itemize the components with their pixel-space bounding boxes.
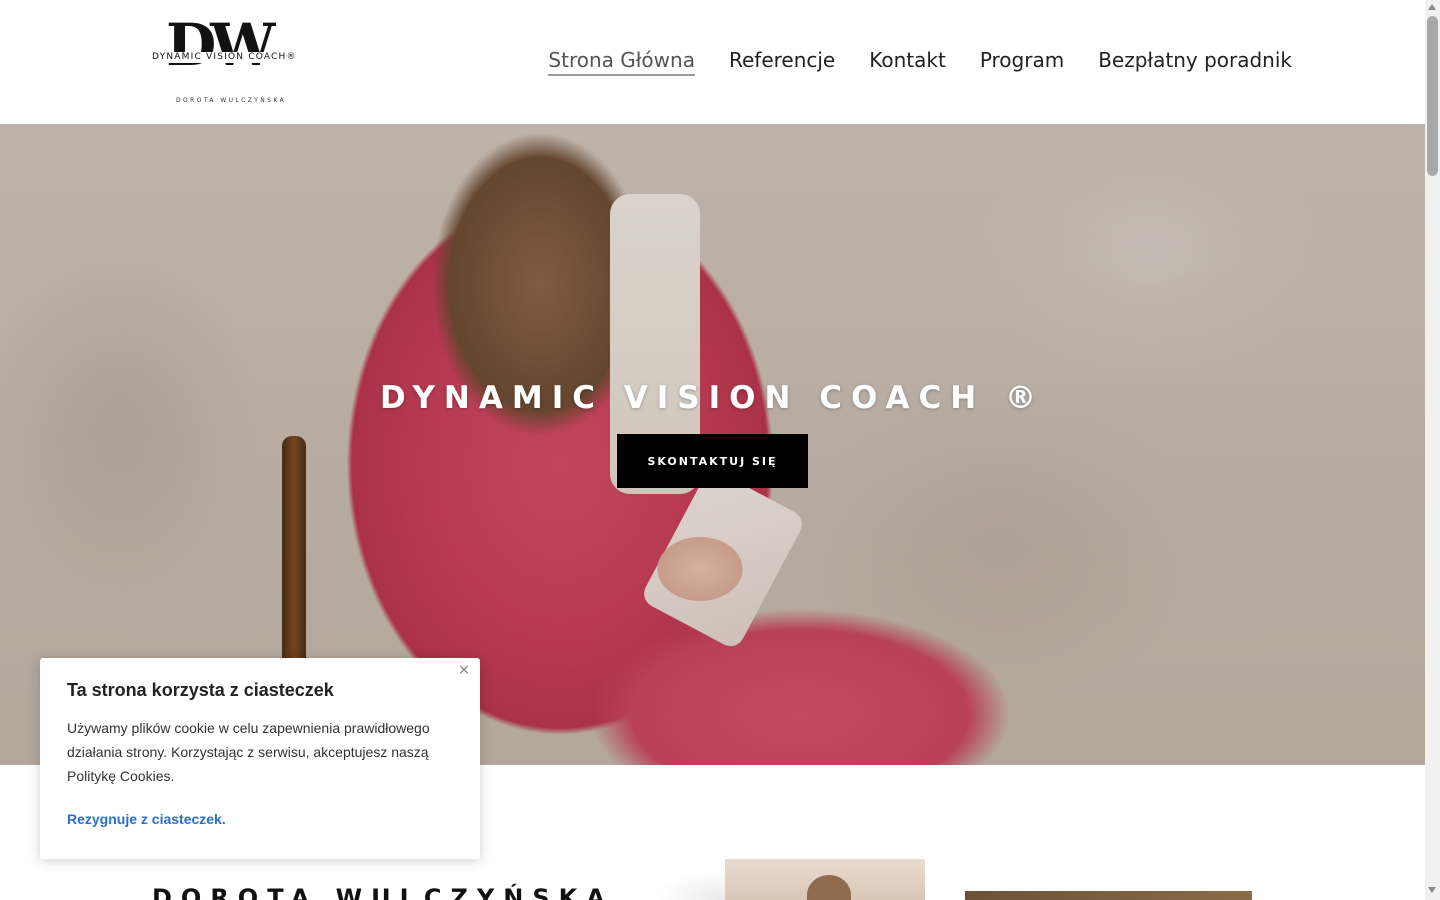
close-icon[interactable]: × [456,662,472,678]
logo-monogram: DW [166,11,275,79]
cookie-title: Ta strona korzysta z ciasteczek [67,680,334,700]
cookie-consent-popup: × Ta strona korzysta z ciasteczek Używam… [40,658,480,859]
hero-title: DYNAMIC VISION COACH ® [379,380,1045,416]
nav-item-references[interactable]: Referencje [729,46,835,76]
about-title: DOROTA WULCZYŃSKA [152,884,614,900]
scrollbar-thumb[interactable] [1427,16,1438,176]
site-logo[interactable]: DW DYNAMIC VISION COACH® DOROTA WULCZYŃS… [150,11,317,108]
side-image [965,891,1252,900]
scroll-up-arrow-icon[interactable] [1428,4,1436,10]
cookie-optout-link[interactable]: Rezygnuje z ciasteczek. [67,811,226,827]
site-header: DW DYNAMIC VISION COACH® DOROTA WULCZYŃS… [0,0,1425,124]
logo-brand-text: DYNAMIC VISION COACH® [152,52,317,63]
portrait-shadow [600,858,740,900]
nav-item-free-guide[interactable]: Bezpłatny poradnik [1098,46,1292,76]
page-scrollbar[interactable] [1425,0,1440,900]
logo-owner-name: DOROTA WULCZYŃSKA [176,97,287,104]
nav-item-contact[interactable]: Kontakt [869,46,946,76]
contact-cta-button[interactable]: SKONTAKTUJ SIĘ [617,434,808,488]
cookie-text: Używamy plików cookie w celu zapewnienia… [67,720,430,784]
nav-item-program[interactable]: Program [980,46,1064,76]
scroll-down-arrow-icon[interactable] [1428,887,1436,893]
nav-item-home[interactable]: Strona Główna [548,46,695,76]
main-nav: Strona Główna Referencje Kontakt Program… [548,46,1292,76]
portrait-image [725,859,925,900]
